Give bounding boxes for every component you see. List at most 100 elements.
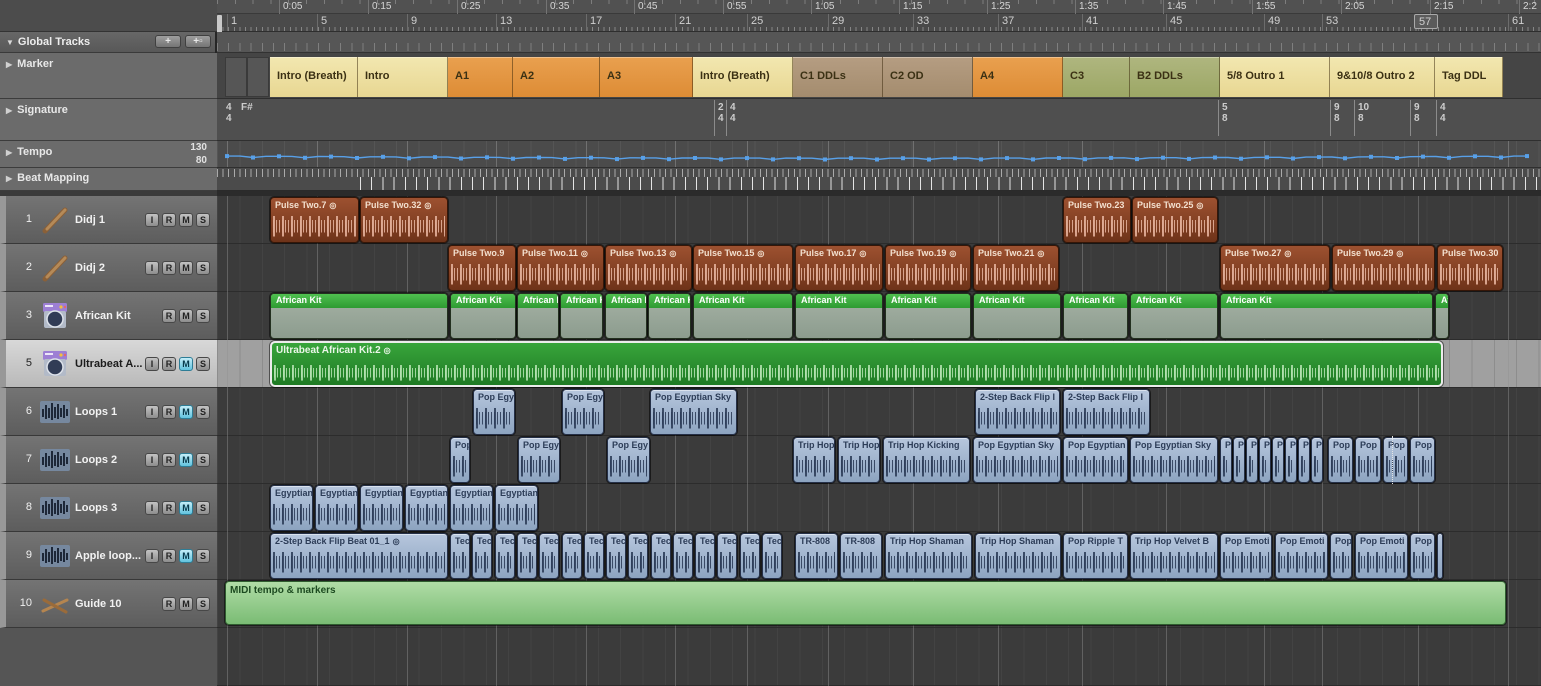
track-record-button[interactable]: R [162,501,176,515]
marker-lane[interactable]: Intro (Breath)IntroA1A2A3Intro (Breath)C… [217,53,1541,99]
track-solo-button[interactable]: S [196,405,210,419]
track-header[interactable]: 5Ultrabeat A...IRMS [0,340,217,388]
marker-region[interactable]: A2 [513,57,600,97]
region-tec[interactable]: Tec [517,533,537,579]
track-header[interactable]: 8Loops 3IRMS [0,484,217,532]
region-african-kit[interactable]: African Kit [795,293,883,339]
region-tec[interactable]: Tec [673,533,693,579]
track-header[interactable]: 2Didj 2IRMS [0,244,217,292]
add-track-set-button[interactable]: +▫ [185,35,211,48]
region-tec[interactable]: Tec [450,533,470,579]
marker-region[interactable]: Intro (Breath) [693,57,793,97]
disclosure-open-icon[interactable]: ▼ [6,38,14,47]
region-p[interactable]: P [1259,437,1271,483]
marker-empty-cell[interactable] [225,57,247,97]
marker-region[interactable]: Intro [358,57,448,97]
signature-entry[interactable]: 98 [1414,102,1420,124]
region-pop-ripple-t[interactable]: Pop Ripple T [1063,533,1128,579]
beat-mapping-lane-header[interactable]: ▶Beat Mapping [0,168,217,191]
track-solo-button[interactable]: S [196,309,210,323]
region-egyptian[interactable]: Egyptian [360,485,403,531]
track-record-button[interactable]: R [162,597,176,611]
region-african-kit[interactable]: African Kit [1435,293,1449,339]
region-pulse-two-29[interactable]: Pulse Two.29◎ [1332,245,1435,291]
track-solo-button[interactable]: S [196,261,210,275]
region-tec[interactable]: Tec [495,533,515,579]
track-mute-button[interactable]: M [179,213,193,227]
region-p[interactable]: P [1311,437,1323,483]
region-pop-egy[interactable]: Pop Egy [473,389,515,435]
track-input-button[interactable]: I [145,453,159,467]
region-african-kit[interactable]: African Kit [517,293,559,339]
region-2-step-back-flip-i[interactable]: 2-Step Back Flip I [975,389,1060,435]
region-pulse-two-17[interactable]: Pulse Two.17◎ [795,245,883,291]
region-p[interactable]: P [1285,437,1297,483]
region-pulse-two-27[interactable]: Pulse Two.27◎ [1220,245,1330,291]
region-pulse-two-13[interactable]: Pulse Two.13◎ [605,245,692,291]
region-midi-tempo-markers[interactable]: MIDI tempo & markers [225,581,1506,625]
region-pop[interactable]: Pop [450,437,470,483]
region-2-step-back-flip-beat-01-1[interactable]: 2-Step Back Flip Beat 01_1◎ [270,533,448,579]
region-pop[interactable]: Pop [1355,437,1381,483]
region-p[interactable]: P [1246,437,1258,483]
region-trip-hop-velvet-b[interactable]: Trip Hop Velvet B [1130,533,1218,579]
region-pop-egyptian-sky[interactable]: Pop Egyptian Sky [973,437,1061,483]
track-input-button[interactable]: I [145,549,159,563]
region-tec[interactable]: Tec [472,533,492,579]
region-pulse-two-25[interactable]: Pulse Two.25◎ [1132,197,1218,243]
region-pop-egy[interactable]: Pop Egy [607,437,650,483]
empty-lane-area[interactable] [217,628,1541,686]
track-input-button[interactable]: I [145,357,159,371]
signature-entry[interactable]: 98 [1334,102,1340,124]
signature-entry[interactable]: 44 [1440,102,1446,124]
track-input-button[interactable]: I [145,213,159,227]
region-trip-hop[interactable]: Trip Hop [793,437,835,483]
region-egyptian[interactable]: Egyptian [450,485,493,531]
track-input-button[interactable]: I [145,405,159,419]
region-tec[interactable]: Tec [562,533,582,579]
marker-region[interactable]: C3 [1063,57,1130,97]
region-tec[interactable]: Tec [539,533,559,579]
track-input-button[interactable]: I [145,501,159,515]
marker-region[interactable]: 5/8 Outro 1 [1220,57,1330,97]
track-record-button[interactable]: R [162,213,176,227]
region-african-kit[interactable]: African Kit [1063,293,1128,339]
track-solo-button[interactable]: S [196,597,210,611]
add-global-track-button[interactable]: + [155,35,181,48]
track-mute-button[interactable]: M [179,261,193,275]
region-pulse-two-15[interactable]: Pulse Two.15◎ [693,245,793,291]
region-tr-808[interactable]: TR-808 [795,533,838,579]
region-pulse-two-30[interactable]: Pulse Two.30 [1437,245,1503,291]
marker-region[interactable]: Intro (Breath) [270,57,358,97]
marker-region[interactable]: C2 OD [883,57,973,97]
disclosure-closed-icon[interactable]: ▶ [6,148,12,157]
track-input-button[interactable]: I [145,261,159,275]
region-trip-hop-shaman[interactable]: Trip Hop Shaman [975,533,1061,579]
region-african-kit[interactable]: African Kit [450,293,516,339]
track-header[interactable]: 10Guide 10RMS [0,580,217,628]
track-mute-button[interactable]: M [179,453,193,467]
region-pop-emoti[interactable]: Pop Emoti [1275,533,1328,579]
track-header[interactable]: 7Loops 2IRMS [0,436,217,484]
region-pulse-two-7[interactable]: Pulse Two.7◎ [270,197,359,243]
tempo-curve[interactable] [217,141,1541,168]
region-trip-hop-kicking[interactable]: Trip Hop Kicking [883,437,970,483]
region-pulse-two-11[interactable]: Pulse Two.11◎ [517,245,604,291]
marker-region[interactable]: 9&10/8 Outro 2 [1330,57,1435,97]
region-african-kit[interactable]: African Kit [1220,293,1433,339]
disclosure-closed-icon[interactable]: ▶ [6,60,12,69]
track-record-button[interactable]: R [162,309,176,323]
marker-region[interactable]: A1 [448,57,513,97]
signature-entry[interactable]: 44 [730,102,736,124]
region-african-kit[interactable]: African Kit [270,293,448,339]
region-2-step-back-flip-i[interactable]: 2-Step Back Flip I [1063,389,1150,435]
region-trip-hop[interactable]: Trip Hop [838,437,880,483]
region-pop-egyptian-sky[interactable]: Pop Egyptian Sky [1130,437,1218,483]
track-mute-button[interactable]: M [179,549,193,563]
region-pulse-two-32[interactable]: Pulse Two.32◎ [360,197,448,243]
region-pop-emoti[interactable]: Pop Emoti [1220,533,1272,579]
region-egyptian[interactable]: Egyptian [495,485,538,531]
region-ultrabeat-african-kit-2[interactable]: Ultrabeat African Kit.2◎ [270,341,1443,387]
marker-region[interactable]: C1 DDLs [793,57,883,97]
region-tec[interactable]: Tec [628,533,648,579]
